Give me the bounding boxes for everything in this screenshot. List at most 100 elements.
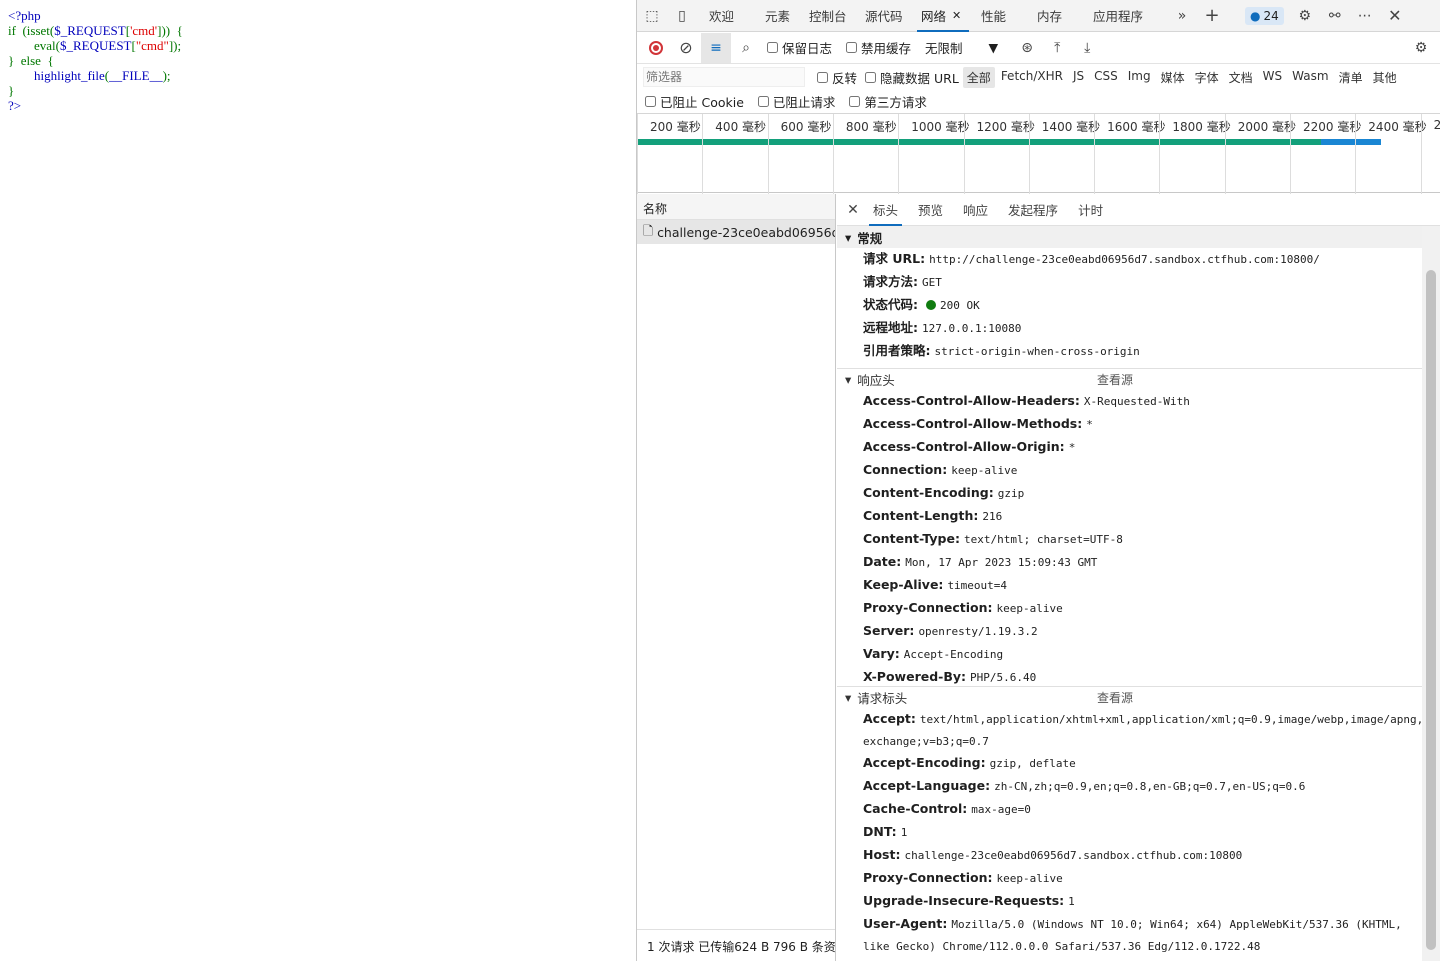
request-row[interactable]: 🗋challenge-23ce0eabd06956d7... bbox=[637, 220, 835, 244]
search-icon[interactable]: ⌕ bbox=[731, 33, 761, 63]
detail-tab-0[interactable]: 标头 bbox=[863, 194, 908, 226]
header-row: Access-Control-Allow-Methods: * bbox=[837, 413, 1422, 436]
header-value: 216 bbox=[982, 510, 1003, 523]
import-har-icon[interactable]: ⤒ bbox=[1042, 33, 1072, 63]
filter2-checkbox-0[interactable]: 已阻止 Cookie bbox=[645, 92, 744, 111]
timeline-tick: 1200 毫秒 bbox=[963, 114, 1035, 194]
clear-icon[interactable]: ⊘ bbox=[671, 33, 701, 63]
network-conditions-icon[interactable]: ⊛ bbox=[1012, 33, 1042, 63]
header-name: Connection: bbox=[863, 462, 948, 477]
code-token: "cmd" bbox=[135, 38, 169, 53]
request_headers-title: 请求标头 bbox=[857, 691, 908, 706]
filter-type-9[interactable]: Wasm bbox=[1288, 67, 1332, 88]
throttle-select[interactable]: 无限制 ▼ bbox=[925, 38, 998, 57]
header-name: Content-Encoding: bbox=[863, 485, 994, 500]
preserve-log-checkbox[interactable]: 保留日志 bbox=[767, 38, 832, 57]
tab-3[interactable]: 源代码 bbox=[857, 0, 913, 32]
more-options-icon[interactable]: ⋯ bbox=[1350, 1, 1380, 31]
tab-4[interactable]: 网络 ✕ bbox=[913, 0, 973, 32]
header-value: * bbox=[1086, 418, 1093, 431]
timeline-tick: 26 bbox=[1420, 114, 1440, 194]
tab-7[interactable]: 应用程序 bbox=[1085, 0, 1167, 32]
tab-label: 源代码 bbox=[865, 9, 903, 24]
tab-6[interactable]: 内存 bbox=[1029, 0, 1085, 32]
detail-scrollbar[interactable] bbox=[1422, 226, 1440, 961]
detail-tab-4[interactable]: 计时 bbox=[1068, 194, 1113, 226]
disable-cache-checkbox[interactable]: 禁用缓存 bbox=[846, 38, 911, 57]
filter-type-5[interactable]: 媒体 bbox=[1157, 67, 1189, 88]
tab-0[interactable]: 欢迎 bbox=[701, 0, 757, 32]
close-detail-icon[interactable]: ✕ bbox=[843, 195, 863, 225]
filter-bar-2: 已阻止 Cookie 已阻止请求 第三方请求 bbox=[637, 90, 1440, 112]
code-token: } bbox=[8, 83, 15, 98]
filter2-checkbox-2[interactable]: 第三方请求 bbox=[849, 92, 927, 111]
general-header[interactable]: ▾ 常规 bbox=[837, 226, 1422, 248]
close-tab-icon[interactable]: ✕ bbox=[952, 9, 961, 22]
filter-type-6[interactable]: 字体 bbox=[1191, 67, 1223, 88]
header-row: DNT: 1 bbox=[837, 821, 1422, 844]
timeline-tick: 200 毫秒 bbox=[637, 114, 701, 194]
device-emulation-icon[interactable]: ▯ bbox=[667, 1, 697, 31]
hide-data-url-checkbox[interactable]: 隐藏数据 URL bbox=[865, 68, 959, 87]
header-row: 引用者策略: strict-origin-when-cross-origin bbox=[837, 340, 1422, 363]
record-icon[interactable] bbox=[641, 33, 671, 63]
detail-tabs: ✕ 标头 预览 响应 发起程序 计时 bbox=[837, 194, 1440, 226]
timeline-overview[interactable]: 200 毫秒 400 毫秒 600 毫秒 800 毫秒 1000 毫秒 1200 毫秒 14… bbox=[637, 113, 1440, 194]
code-token: 'cmd' bbox=[130, 23, 158, 38]
status-summary: 1 次请求 已传输624 B 796 B 条资源 bbox=[637, 929, 835, 961]
filter-type-4[interactable]: Img bbox=[1124, 67, 1155, 88]
name-column-header[interactable]: 名称 bbox=[637, 194, 835, 220]
timeline-tick: 800 毫秒 bbox=[832, 114, 897, 194]
view-source-link[interactable]: 查看源 bbox=[1097, 689, 1133, 706]
response_headers-header[interactable]: ▾ 响应头 查看源 bbox=[837, 368, 1422, 390]
header-name: Keep-Alive: bbox=[863, 577, 944, 592]
request_headers-section: ▾ 请求标头 查看源 Accept: text/html,application/xht… bbox=[837, 686, 1440, 957]
add-tab-icon[interactable]: + bbox=[1197, 1, 1227, 31]
filter-type-1[interactable]: Fetch/XHR bbox=[997, 67, 1067, 88]
close-devtools-icon[interactable]: ✕ bbox=[1380, 1, 1410, 31]
request_headers-header[interactable]: ▾ 请求标头 查看源 bbox=[837, 686, 1422, 708]
filter-type-7[interactable]: 文档 bbox=[1225, 67, 1257, 88]
network-settings-icon[interactable]: ⚙ bbox=[1406, 33, 1436, 63]
inspect-element-icon[interactable]: ⬚ bbox=[637, 1, 667, 31]
more-tabs-icon[interactable]: » bbox=[1167, 1, 1197, 31]
header-value: Mon, 17 Apr 2023 15:09:43 GMT bbox=[905, 556, 1098, 569]
header-name: Accept: bbox=[863, 711, 916, 726]
detail-tab-1[interactable]: 预览 bbox=[908, 194, 953, 226]
timeline-tick: 2000 毫秒 bbox=[1224, 114, 1296, 194]
filter-type-10[interactable]: 清单 bbox=[1335, 67, 1367, 88]
scrollbar-thumb[interactable] bbox=[1426, 270, 1436, 950]
header-value: max-age=0 bbox=[971, 803, 1031, 816]
view-source-link[interactable]: 查看源 bbox=[1097, 371, 1133, 388]
code-token: $_REQUEST bbox=[54, 23, 126, 38]
header-value: challenge-23ce0eabd06956d7.sandbox.ctfhu… bbox=[904, 849, 1243, 862]
filter-type-8[interactable]: WS bbox=[1259, 67, 1286, 88]
header-value: X-Requested-With bbox=[1083, 395, 1190, 408]
filter-type-3[interactable]: CSS bbox=[1090, 67, 1122, 88]
detail-tab-3[interactable]: 发起程序 bbox=[998, 194, 1068, 226]
filter-type-11[interactable]: 其他 bbox=[1369, 67, 1401, 88]
export-har-icon[interactable]: ⤓ bbox=[1072, 33, 1102, 63]
filter-input[interactable] bbox=[643, 67, 805, 87]
tab-label: 元素 bbox=[765, 9, 791, 24]
tab-1[interactable]: 元素 bbox=[757, 0, 801, 32]
filter-type-2[interactable]: JS bbox=[1069, 67, 1088, 88]
customize-icon[interactable]: ⚯ bbox=[1320, 1, 1350, 31]
header-row: Keep-Alive: timeout=4 bbox=[837, 574, 1422, 597]
header-row: Cache-Control: max-age=0 bbox=[837, 798, 1422, 821]
filter-icon[interactable]: ≡ bbox=[701, 32, 731, 63]
settings-gear-icon[interactable]: ⚙ bbox=[1290, 1, 1320, 31]
code-line: if (isset($_REQUEST['cmd'])) { bbox=[8, 23, 636, 38]
invert-checkbox[interactable]: 反转 bbox=[817, 68, 857, 87]
header-name: Access-Control-Allow-Origin: bbox=[863, 439, 1065, 454]
issues-badge[interactable]: ● 24 bbox=[1245, 6, 1284, 25]
tab-2[interactable]: 控制台 bbox=[801, 0, 857, 32]
header-row: 请求 URL: http://challenge-23ce0eabd06956d7… bbox=[837, 248, 1422, 271]
detail-tab-2[interactable]: 响应 bbox=[953, 194, 998, 226]
filter2-checkbox-1[interactable]: 已阻止请求 bbox=[757, 92, 835, 111]
document-icon: 🗋 bbox=[643, 222, 654, 238]
filter-type-0[interactable]: 全部 bbox=[962, 66, 995, 88]
timeline-tick: 400 毫秒 bbox=[702, 114, 766, 194]
tab-5[interactable]: 性能 bbox=[973, 0, 1029, 32]
code-token: ); bbox=[162, 68, 171, 83]
